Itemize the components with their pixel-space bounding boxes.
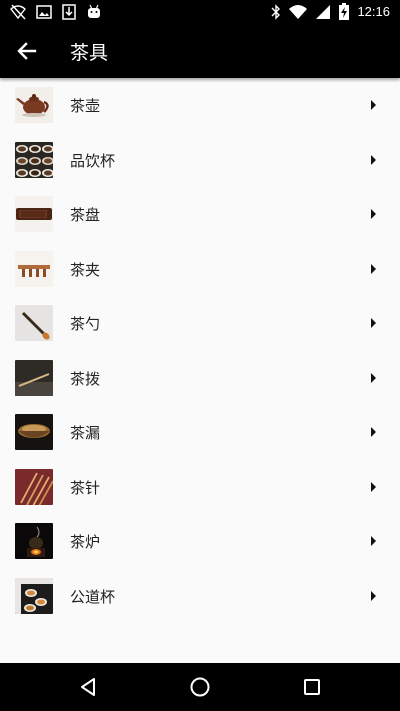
list-item-label: 茶拨 [70, 369, 101, 388]
nav-back-button[interactable] [76, 675, 100, 699]
list-item-tea-stove[interactable]: 茶炉 [0, 514, 400, 569]
tea-ware-list: 茶壶 品饮杯 茶盘 茶夹 茶勺 茶拨 茶漏 茶针 茶炉 公道杯 [0, 78, 400, 623]
back-button[interactable] [14, 38, 40, 64]
list-item-tea-tray[interactable]: 茶盘 [0, 187, 400, 242]
list-item-label: 茶壶 [70, 97, 101, 115]
download-icon [62, 4, 76, 20]
image-icon [36, 5, 52, 19]
chevron-right-icon [371, 209, 376, 219]
chevron-right-icon [371, 263, 376, 274]
list-item-label: 品饮杯 [70, 151, 116, 170]
chevron-right-icon [371, 536, 376, 546]
recents-square-icon [304, 679, 320, 695]
status-time: 12:16 [357, 4, 390, 19]
nav-home-button[interactable] [188, 675, 212, 699]
tea-strainer-thumbnail [15, 414, 53, 450]
chevron-right-icon [371, 318, 376, 328]
chevron-right-icon [371, 372, 376, 383]
signal-icon [316, 4, 331, 19]
list-item-tea-pick[interactable]: 茶拨 [0, 351, 400, 406]
arrow-back-icon [17, 42, 37, 60]
tea-spoon-thumbnail [15, 305, 53, 341]
chevron-right-icon [371, 100, 376, 110]
tea-pick-thumbnail [15, 359, 53, 396]
list-item-label: 公道杯 [70, 587, 116, 606]
tea-stove-thumbnail [15, 523, 53, 559]
list-item-fair-cup[interactable]: 公道杯 [0, 569, 400, 624]
teacups-thumbnail [15, 141, 53, 178]
page-title: 茶具 [70, 42, 109, 64]
status-bar: 12:16 [0, 0, 400, 24]
list-item-label: 茶盘 [70, 206, 101, 224]
bluetooth-icon [271, 3, 281, 20]
tea-tongs-thumbnail [15, 250, 53, 287]
home-circle-icon [190, 677, 210, 697]
list-item-tea-needle[interactable]: 茶针 [0, 460, 400, 515]
fair-cup-thumbnail [15, 577, 53, 614]
list-item-tea-spoon[interactable]: 茶勺 [0, 296, 400, 351]
list-item-teapot[interactable]: 茶壶 [0, 78, 400, 133]
app-toolbar: 茶具 [0, 24, 400, 78]
chevron-right-icon [371, 427, 376, 437]
wifi-off-icon [10, 4, 26, 20]
system-nav-bar [0, 663, 400, 711]
chevron-right-icon [371, 481, 376, 492]
list-item-label: 茶勺 [70, 315, 101, 333]
teapot-thumbnail [15, 87, 53, 123]
nav-recents-button[interactable] [300, 675, 324, 699]
list-item-tea-tongs[interactable]: 茶夹 [0, 242, 400, 297]
battery-charging-icon [339, 3, 350, 20]
wifi-icon [289, 4, 308, 19]
tea-needle-thumbnail [15, 468, 53, 505]
list-item-teacups[interactable]: 品饮杯 [0, 133, 400, 188]
android-icon [88, 4, 100, 18]
back-triangle-icon [81, 678, 95, 696]
list-item-tea-strainer[interactable]: 茶漏 [0, 405, 400, 460]
list-item-label: 茶夹 [70, 260, 101, 279]
chevron-right-icon [371, 154, 376, 165]
list-item-label: 茶针 [70, 478, 101, 497]
list-item-label: 茶漏 [70, 424, 101, 442]
chevron-right-icon [371, 590, 376, 601]
tea-tray-thumbnail [15, 196, 53, 232]
list-item-label: 茶炉 [70, 533, 101, 551]
